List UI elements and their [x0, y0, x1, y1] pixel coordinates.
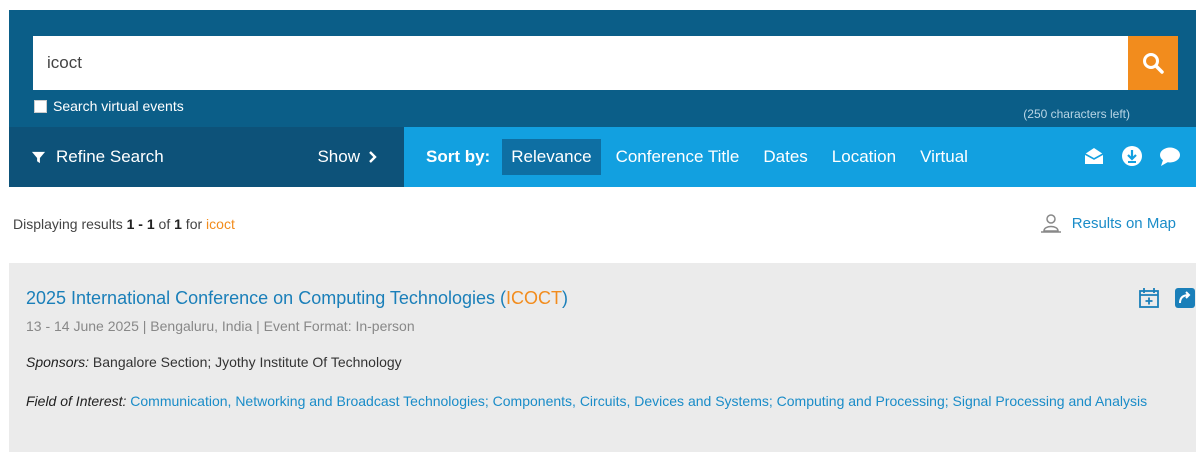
- results-total: 1: [174, 216, 182, 232]
- sort-by-label: Sort by:: [426, 147, 491, 166]
- results-of: of: [154, 216, 175, 232]
- chat-icon[interactable]: [1158, 144, 1182, 168]
- result-acronym: ICOCT: [506, 288, 562, 308]
- result-title-end: ): [562, 288, 568, 308]
- search-button[interactable]: [1128, 36, 1178, 90]
- result-title: 2025 International Conference on Computi…: [26, 288, 506, 308]
- result-sponsors: Sponsors: Bangalore Section; Jyothy Inst…: [26, 354, 402, 370]
- virtual-events-toggle[interactable]: Search virtual events: [34, 98, 184, 114]
- field-value[interactable]: Communication, Networking and Broadcast …: [126, 393, 1147, 409]
- sort-location[interactable]: Location: [823, 139, 905, 175]
- results-summary: Displaying results 1 - 1 of 1 for icoct: [13, 216, 235, 232]
- sort-relevance[interactable]: Relevance: [502, 139, 601, 175]
- characters-left: (250 characters left): [1023, 107, 1130, 121]
- result-card: 2025 International Conference on Computi…: [9, 263, 1196, 452]
- sort-conference-title[interactable]: Conference Title: [607, 139, 749, 175]
- sponsors-label: Sponsors:: [26, 354, 90, 370]
- result-field-of-interest: Field of Interest: Communication, Networ…: [26, 390, 1166, 412]
- show-label: Show: [317, 147, 360, 166]
- download-icon[interactable]: [1120, 144, 1144, 168]
- results-for: for: [181, 216, 207, 232]
- sort-dates[interactable]: Dates: [754, 139, 816, 175]
- chevron-right-icon: [369, 151, 377, 163]
- results-query: icoct: [206, 216, 235, 232]
- sort-virtual[interactable]: Virtual: [911, 139, 977, 175]
- results-on-map-link[interactable]: Results on Map: [1040, 213, 1176, 233]
- refine-bar: Refine Search Show: [9, 127, 404, 187]
- email-icon[interactable]: [1082, 144, 1106, 168]
- search-input[interactable]: [33, 36, 1128, 90]
- refine-search-label: Refine Search: [56, 147, 164, 166]
- share-icon[interactable]: [1174, 287, 1196, 309]
- result-actions: [1138, 287, 1196, 309]
- show-button[interactable]: Show: [317, 147, 404, 167]
- search-icon: [1143, 53, 1164, 74]
- sort-bar: Sort by: Relevance Conference Title Date…: [404, 127, 1196, 187]
- results-prefix: Displaying results: [13, 216, 127, 232]
- virtual-events-label: Search virtual events: [53, 98, 184, 114]
- refine-search-button[interactable]: Refine Search: [9, 147, 317, 167]
- filter-icon: [31, 151, 46, 163]
- result-title-link[interactable]: 2025 International Conference on Computi…: [26, 288, 568, 309]
- add-calendar-icon[interactable]: [1138, 287, 1160, 309]
- sort-bar-actions: [1082, 144, 1182, 168]
- results-sep: -: [134, 216, 147, 232]
- virtual-events-checkbox[interactable]: [34, 99, 47, 113]
- sponsors-value: Bangalore Section; Jyothy Institute Of T…: [89, 354, 402, 370]
- result-meta: 13 - 14 June 2025 | Bengaluru, India | E…: [26, 318, 415, 334]
- map-user-icon: [1040, 214, 1061, 233]
- results-on-map-label: Results on Map: [1071, 214, 1176, 232]
- search-header: Search virtual events (250 characters le…: [9, 10, 1196, 127]
- results-to: 1: [146, 216, 155, 232]
- field-label: Field of Interest:: [26, 393, 127, 409]
